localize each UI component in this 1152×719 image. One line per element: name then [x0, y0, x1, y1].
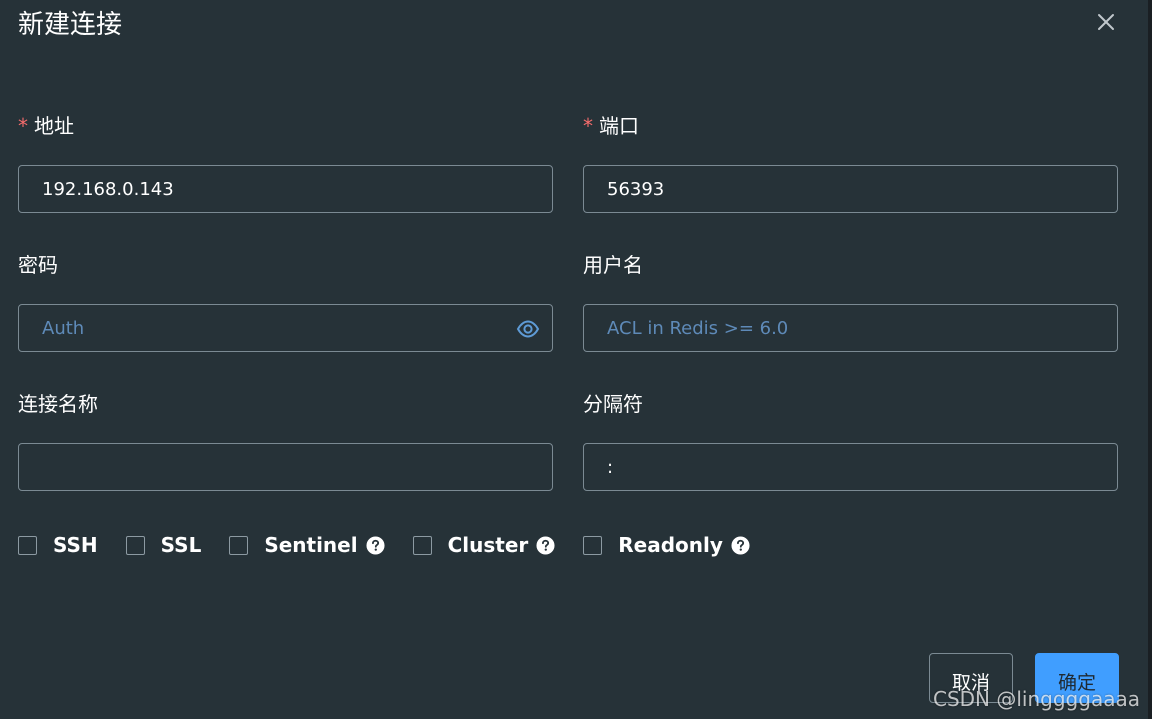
option-readonly[interactable]: Readonly [583, 533, 750, 557]
username-placeholder: ACL in Redis >= 6.0 [607, 317, 789, 339]
cluster-checkbox[interactable] [412, 535, 432, 555]
option-ssh[interactable]: SSH [18, 533, 98, 557]
separator-value: : [607, 456, 614, 478]
cluster-label: Cluster [447, 533, 529, 557]
watermark: CSDN @linggggaaaa [933, 687, 1140, 711]
readonly-checkbox[interactable] [583, 535, 603, 555]
required-mark: * [583, 114, 593, 138]
sentinel-label: Sentinel [264, 533, 358, 557]
connection-name-input[interactable] [18, 443, 553, 491]
password-input[interactable]: Auth [18, 304, 553, 352]
readonly-label: Readonly [618, 533, 723, 557]
sentinel-checkbox[interactable] [229, 535, 249, 555]
address-value: 192.168.0.143 [42, 178, 174, 200]
ssh-checkbox[interactable] [18, 535, 37, 555]
ssl-checkbox[interactable] [125, 535, 145, 555]
password-label: 密码 [18, 253, 58, 277]
new-connection-dialog: 新建连接 * 地址 192.168.0.143 * 端口 56393 密码 Auth… [0, 0, 1152, 719]
eye-icon[interactable] [516, 317, 540, 341]
password-placeholder: Auth [42, 317, 85, 339]
username-label: 用户名 [583, 253, 643, 277]
port-input[interactable]: 56393 [583, 165, 1118, 213]
question-circle-icon[interactable] [366, 535, 385, 555]
address-label: * 地址 [18, 113, 74, 139]
dialog-title: 新建连接 [18, 10, 123, 40]
separator-label: 分隔符 [583, 392, 643, 416]
option-cluster[interactable]: Cluster [412, 533, 556, 557]
port-label: * 端口 [583, 113, 639, 139]
option-ssl[interactable]: SSL [125, 533, 202, 557]
question-circle-icon[interactable] [731, 535, 750, 555]
ssl-label: SSL [160, 533, 202, 557]
username-input[interactable]: ACL in Redis >= 6.0 [583, 304, 1118, 352]
required-mark: * [18, 114, 28, 138]
question-circle-icon[interactable] [536, 535, 555, 555]
connection-options: SSH SSL Sentinel Cluster Readonly [18, 531, 750, 559]
dialog-edge [1148, 0, 1152, 719]
port-label-text: 端口 [599, 114, 639, 138]
close-icon [1098, 14, 1114, 30]
address-input[interactable]: 192.168.0.143 [18, 165, 553, 213]
ssh-label: SSH [53, 533, 98, 557]
separator-input[interactable]: : [583, 443, 1118, 491]
port-value: 56393 [607, 178, 665, 200]
address-label-text: 地址 [34, 114, 74, 138]
connection-name-label: 连接名称 [18, 392, 98, 416]
option-sentinel[interactable]: Sentinel [229, 533, 385, 557]
close-button[interactable] [1094, 10, 1118, 34]
